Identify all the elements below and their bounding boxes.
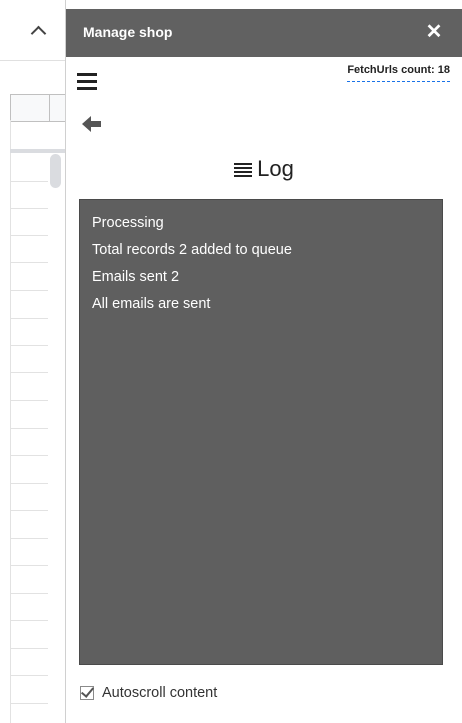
grid-row-line bbox=[10, 262, 48, 263]
grid-row-line bbox=[10, 538, 48, 539]
log-heading: Log bbox=[66, 156, 462, 182]
log-output[interactable]: Processing Total records 2 added to queu… bbox=[79, 199, 443, 665]
autoscroll-checkbox[interactable] bbox=[80, 684, 95, 700]
grid-column-line bbox=[10, 120, 11, 723]
spreadsheet-toolbar bbox=[0, 0, 65, 60]
panel-title: Manage shop bbox=[83, 24, 173, 40]
grid-row-line bbox=[10, 593, 48, 594]
grid-row-line bbox=[10, 620, 48, 621]
chevron-up-icon[interactable] bbox=[30, 25, 47, 42]
grid-row-line bbox=[10, 510, 48, 511]
autoscroll-label[interactable]: Autoscroll content bbox=[102, 685, 217, 701]
close-button[interactable]: ✕ bbox=[422, 19, 446, 45]
log-line: Processing bbox=[92, 215, 164, 231]
grid-row-line bbox=[10, 208, 48, 209]
close-icon: ✕ bbox=[425, 21, 443, 43]
log-list-icon bbox=[234, 162, 253, 178]
grid-row-line bbox=[10, 235, 48, 236]
checkmark-icon bbox=[80, 684, 95, 698]
log-heading-text: Log bbox=[257, 156, 294, 181]
grid-row-line bbox=[10, 455, 48, 456]
grid-row-line bbox=[10, 372, 48, 373]
log-line: Total records 2 added to queue bbox=[92, 242, 292, 258]
grid-row-line bbox=[10, 181, 48, 182]
grid-row-line bbox=[10, 318, 48, 319]
manage-shop-panel: Manage shop ✕ FetchUrls count: 18 Log Pr… bbox=[65, 0, 462, 723]
grid-row-line bbox=[10, 428, 48, 429]
fetch-urls-count[interactable]: FetchUrls count: 18 bbox=[347, 64, 450, 82]
toolbar-divider bbox=[0, 60, 65, 61]
back-arrow-icon[interactable] bbox=[81, 114, 103, 134]
column-header-divider bbox=[49, 94, 50, 122]
spreadsheet-area bbox=[0, 0, 66, 723]
log-line: Emails sent 2 bbox=[92, 269, 180, 285]
autoscroll-option[interactable]: Autoscroll content bbox=[80, 682, 217, 704]
grid-row-line bbox=[10, 483, 48, 484]
grid-row-line bbox=[10, 565, 48, 566]
panel-header: Manage shop ✕ bbox=[66, 9, 462, 57]
app-window: Manage shop ✕ FetchUrls count: 18 Log Pr… bbox=[0, 0, 462, 723]
vertical-scrollbar-thumb[interactable] bbox=[50, 154, 61, 188]
grid-row-line bbox=[10, 675, 48, 676]
hamburger-menu-icon[interactable] bbox=[77, 73, 99, 90]
grid-row-line bbox=[10, 290, 48, 291]
grid-row-line bbox=[10, 703, 48, 704]
frozen-row-divider[interactable] bbox=[10, 149, 65, 153]
grid-row-line bbox=[10, 648, 48, 649]
grid-row-line bbox=[10, 400, 48, 401]
column-header-cell[interactable] bbox=[10, 94, 66, 122]
grid-row-line bbox=[10, 345, 48, 346]
log-line: All emails are sent bbox=[92, 296, 211, 312]
